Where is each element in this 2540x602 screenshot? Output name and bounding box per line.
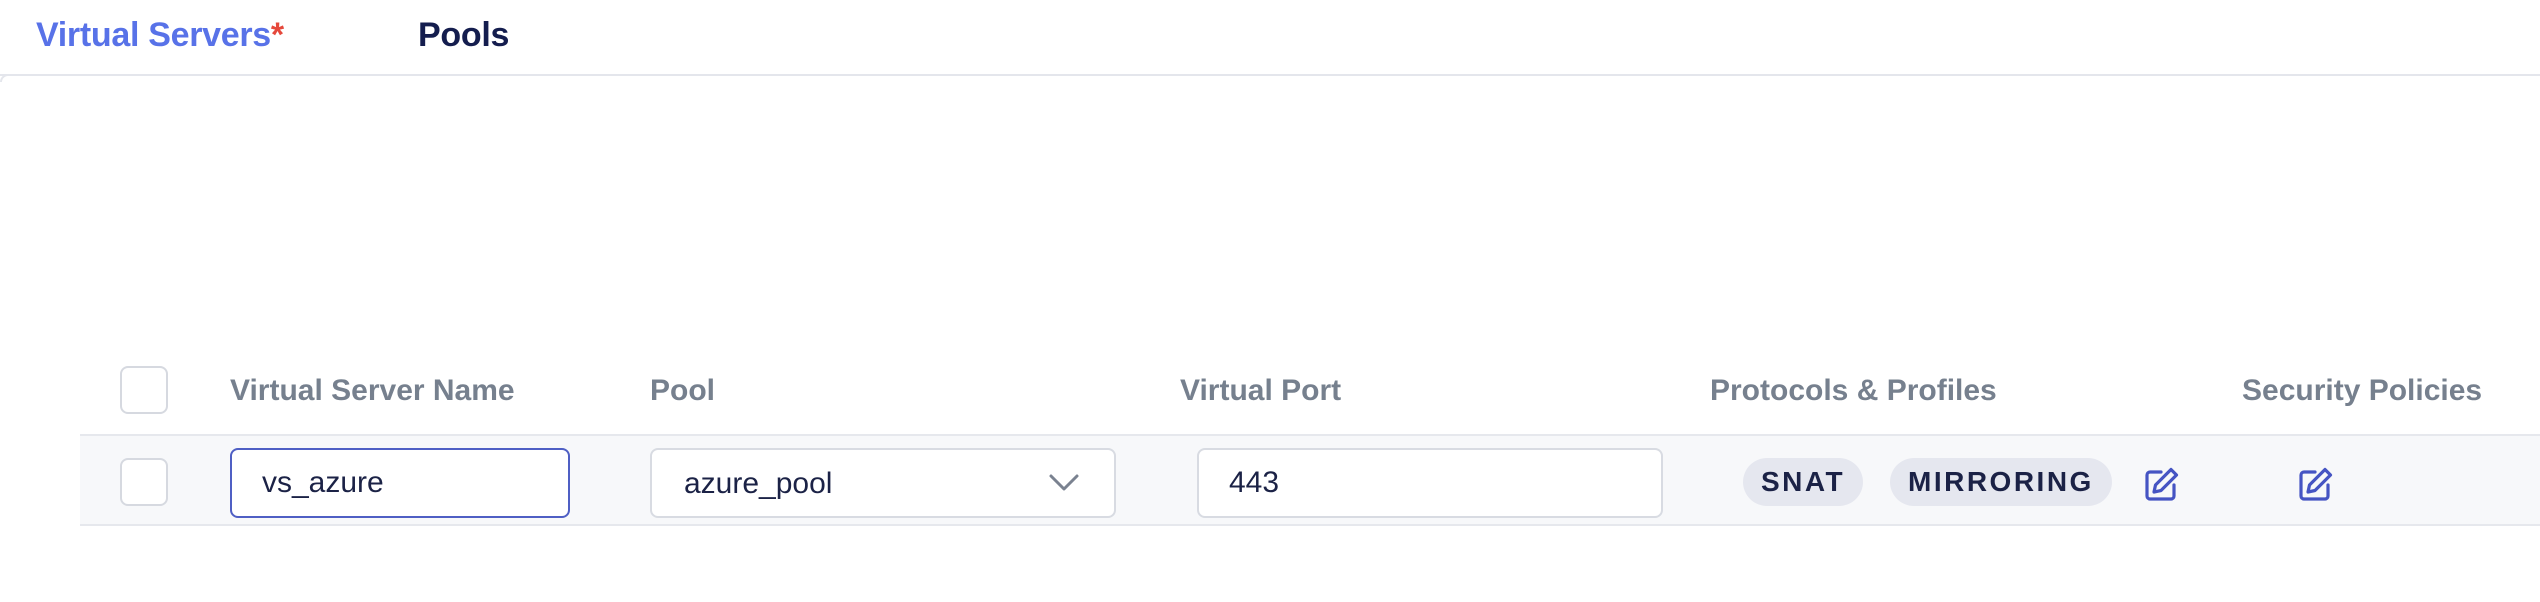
tab-pools-label: Pools [418,16,510,54]
edit-protocols-icon[interactable] [2142,466,2180,504]
pool-select[interactable]: azure_pool [650,448,1116,518]
snat-badge: SNAT [1743,458,1864,506]
column-header-protocols: Protocols & Profiles [1710,374,1997,407]
virtual-servers-table: Virtual Server Name Pool Virtual Port Pr… [80,360,2540,526]
tab-pools[interactable]: Pools [418,16,509,55]
column-header-security: Security Policies [2242,374,2483,407]
mirroring-badge: MIRRORING [1890,458,2112,506]
virtual-server-name-input[interactable] [230,448,570,518]
column-header-port: Virtual Port [1180,374,1342,407]
select-all-checkbox[interactable] [120,366,168,414]
required-marker: * [270,16,284,54]
tab-bar: Virtual Servers* Pools [0,0,2540,82]
table-header-row: Virtual Server Name Pool Virtual Port Pr… [80,360,2540,434]
virtual-port-input[interactable] [1197,448,1663,518]
row-checkbox[interactable] [120,458,168,506]
table-row: azure_pool SNAT MIRRORING [80,434,2540,526]
pool-select-value: azure_pool [684,467,833,500]
tab-virtual-servers[interactable]: Virtual Servers* [36,16,284,55]
tab-virtual-servers-label: Virtual Servers [36,16,271,54]
column-header-name: Virtual Server Name [230,374,515,407]
chevron-down-icon [1049,474,1079,491]
tabs-divider [0,74,2540,76]
edit-security-policies-icon[interactable] [2296,466,2334,504]
column-header-pool: Pool [650,374,715,407]
